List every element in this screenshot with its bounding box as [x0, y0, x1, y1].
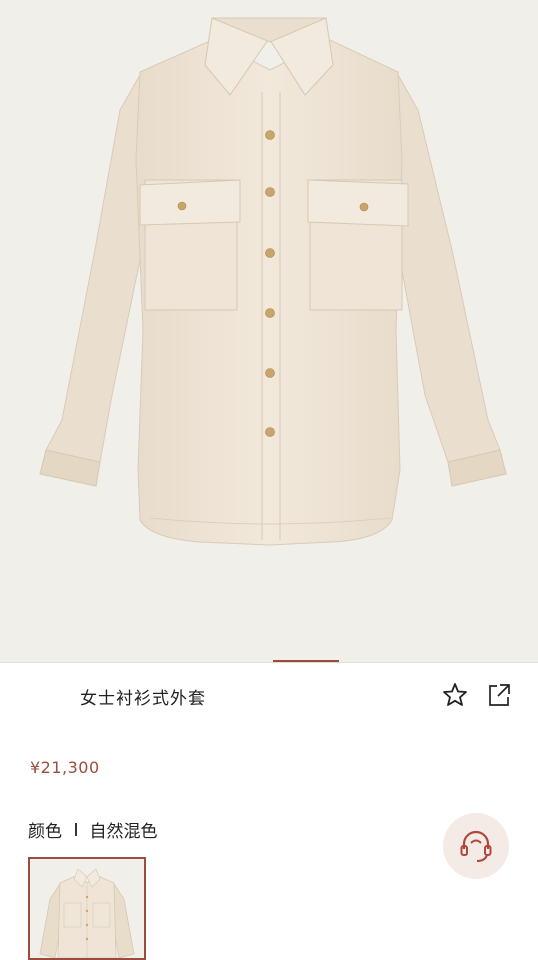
star-outline-icon — [443, 683, 467, 706]
color-swatch-selected[interactable] — [28, 857, 146, 960]
headset-support-icon — [460, 830, 492, 862]
separator — [75, 823, 77, 836]
favorite-button[interactable] — [441, 681, 469, 709]
divider — [0, 662, 538, 663]
shirt-illustration — [39, 17, 507, 546]
swatch-thumbnail — [39, 868, 135, 958]
share-button[interactable] — [485, 681, 513, 709]
share-arrow-icon — [489, 684, 510, 706]
color-value: 自然混色 — [89, 822, 158, 842]
product-title: 女士衬衫式外套 — [80, 689, 206, 709]
product-page: 女士衬衫式外套 ¥21,300 颜色 自然混色 — [0, 0, 538, 960]
customer-service-button[interactable] — [443, 813, 509, 879]
product-image[interactable] — [0, 0, 538, 662]
product-price: ¥21,300 — [30, 758, 100, 777]
color-row: 颜色 自然混色 — [28, 817, 158, 842]
color-label: 颜色 — [28, 822, 62, 842]
